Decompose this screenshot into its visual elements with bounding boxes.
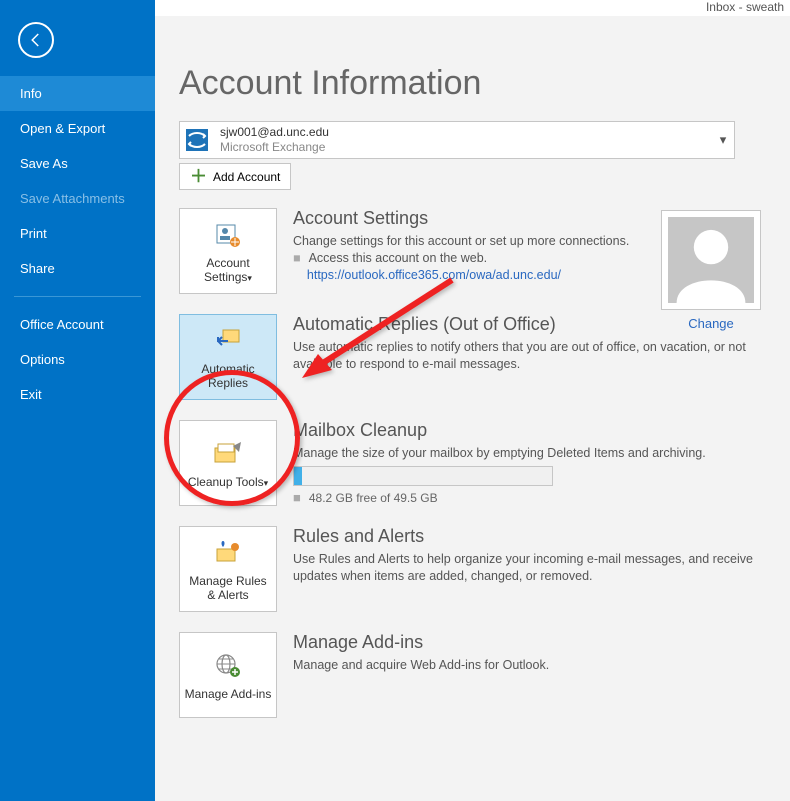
tile-label: Manage Rules & Alerts bbox=[184, 574, 272, 602]
tile-automatic-replies[interactable]: Automatic Replies bbox=[179, 314, 277, 400]
sidebar-item-save-attachments: Save Attachments bbox=[0, 181, 155, 216]
account-kind: Microsoft Exchange bbox=[220, 140, 712, 155]
page-title: Account Information bbox=[179, 64, 762, 103]
storage-text: 48.2 GB free of 49.5 GB bbox=[309, 491, 438, 505]
content-area: Account Information sjw001@ad.unc.edu Mi… bbox=[155, 16, 790, 801]
sidebar-item-print[interactable]: Print bbox=[0, 216, 155, 251]
section-desc: Use automatic replies to notify others t… bbox=[293, 339, 762, 373]
section-desc: Use Rules and Alerts to help organize yo… bbox=[293, 551, 762, 585]
sidebar: Info Open & Export Save As Save Attachme… bbox=[0, 0, 155, 801]
tile-rules-alerts[interactable]: Manage Rules & Alerts bbox=[179, 526, 277, 612]
account-text: sjw001@ad.unc.edu Microsoft Exchange bbox=[214, 122, 712, 158]
tile-addins[interactable]: Manage Add-ins bbox=[179, 632, 277, 718]
sidebar-item-open-export[interactable]: Open & Export bbox=[0, 111, 155, 146]
account-dropdown-caret[interactable]: ▾ bbox=[712, 122, 734, 158]
sidebar-separator bbox=[14, 296, 141, 297]
change-photo-link[interactable]: Change bbox=[688, 316, 734, 331]
add-account-label: Add Account bbox=[213, 170, 280, 184]
section-desc: Manage the size of your mailbox by empty… bbox=[293, 445, 762, 462]
exchange-icon bbox=[180, 122, 214, 158]
tile-label: Cleanup Tools bbox=[188, 475, 264, 489]
section-mailbox-cleanup: Cleanup Tools▾ Mailbox Cleanup Manage th… bbox=[179, 420, 762, 506]
back-button[interactable] bbox=[18, 22, 54, 58]
tile-cleanup-tools[interactable]: Cleanup Tools▾ bbox=[179, 420, 277, 506]
tile-label: Manage Add-ins bbox=[185, 687, 272, 701]
tile-label: Automatic Replies bbox=[184, 362, 272, 390]
sidebar-item-options[interactable]: Options bbox=[0, 342, 155, 377]
addins-icon bbox=[213, 649, 243, 683]
tile-label: Account Settings bbox=[204, 256, 250, 284]
section-title: Rules and Alerts bbox=[293, 526, 762, 547]
avatar bbox=[661, 210, 761, 310]
automatic-replies-icon bbox=[214, 324, 242, 358]
account-email: sjw001@ad.unc.edu bbox=[220, 125, 712, 140]
account-settings-icon bbox=[214, 218, 242, 252]
rules-icon bbox=[213, 536, 243, 570]
section-desc: Manage and acquire Web Add-ins for Outlo… bbox=[293, 657, 762, 674]
storage-bar bbox=[293, 466, 553, 486]
sidebar-item-share[interactable]: Share bbox=[0, 251, 155, 286]
sidebar-item-save-as[interactable]: Save As bbox=[0, 146, 155, 181]
plus-icon: ＋ bbox=[190, 168, 207, 185]
cleanup-icon bbox=[213, 437, 243, 471]
account-selector[interactable]: sjw001@ad.unc.edu Microsoft Exchange ▾ bbox=[179, 121, 735, 159]
section-title: Mailbox Cleanup bbox=[293, 420, 762, 441]
section-rules-alerts: Manage Rules & Alerts Rules and Alerts U… bbox=[179, 526, 762, 612]
add-account-button[interactable]: ＋ Add Account bbox=[179, 163, 291, 190]
section-title: Manage Add-ins bbox=[293, 632, 762, 653]
sidebar-item-info[interactable]: Info bbox=[0, 76, 155, 111]
owa-link[interactable]: https://outlook.office365.com/owa/ad.unc… bbox=[307, 268, 561, 282]
section-addins: Manage Add-ins Manage Add-ins Manage and… bbox=[179, 632, 762, 718]
profile-box: Change bbox=[656, 210, 766, 331]
sidebar-item-office-account[interactable]: Office Account bbox=[0, 307, 155, 342]
sidebar-item-exit[interactable]: Exit bbox=[0, 377, 155, 412]
tile-account-settings[interactable]: Account Settings▾ bbox=[179, 208, 277, 294]
